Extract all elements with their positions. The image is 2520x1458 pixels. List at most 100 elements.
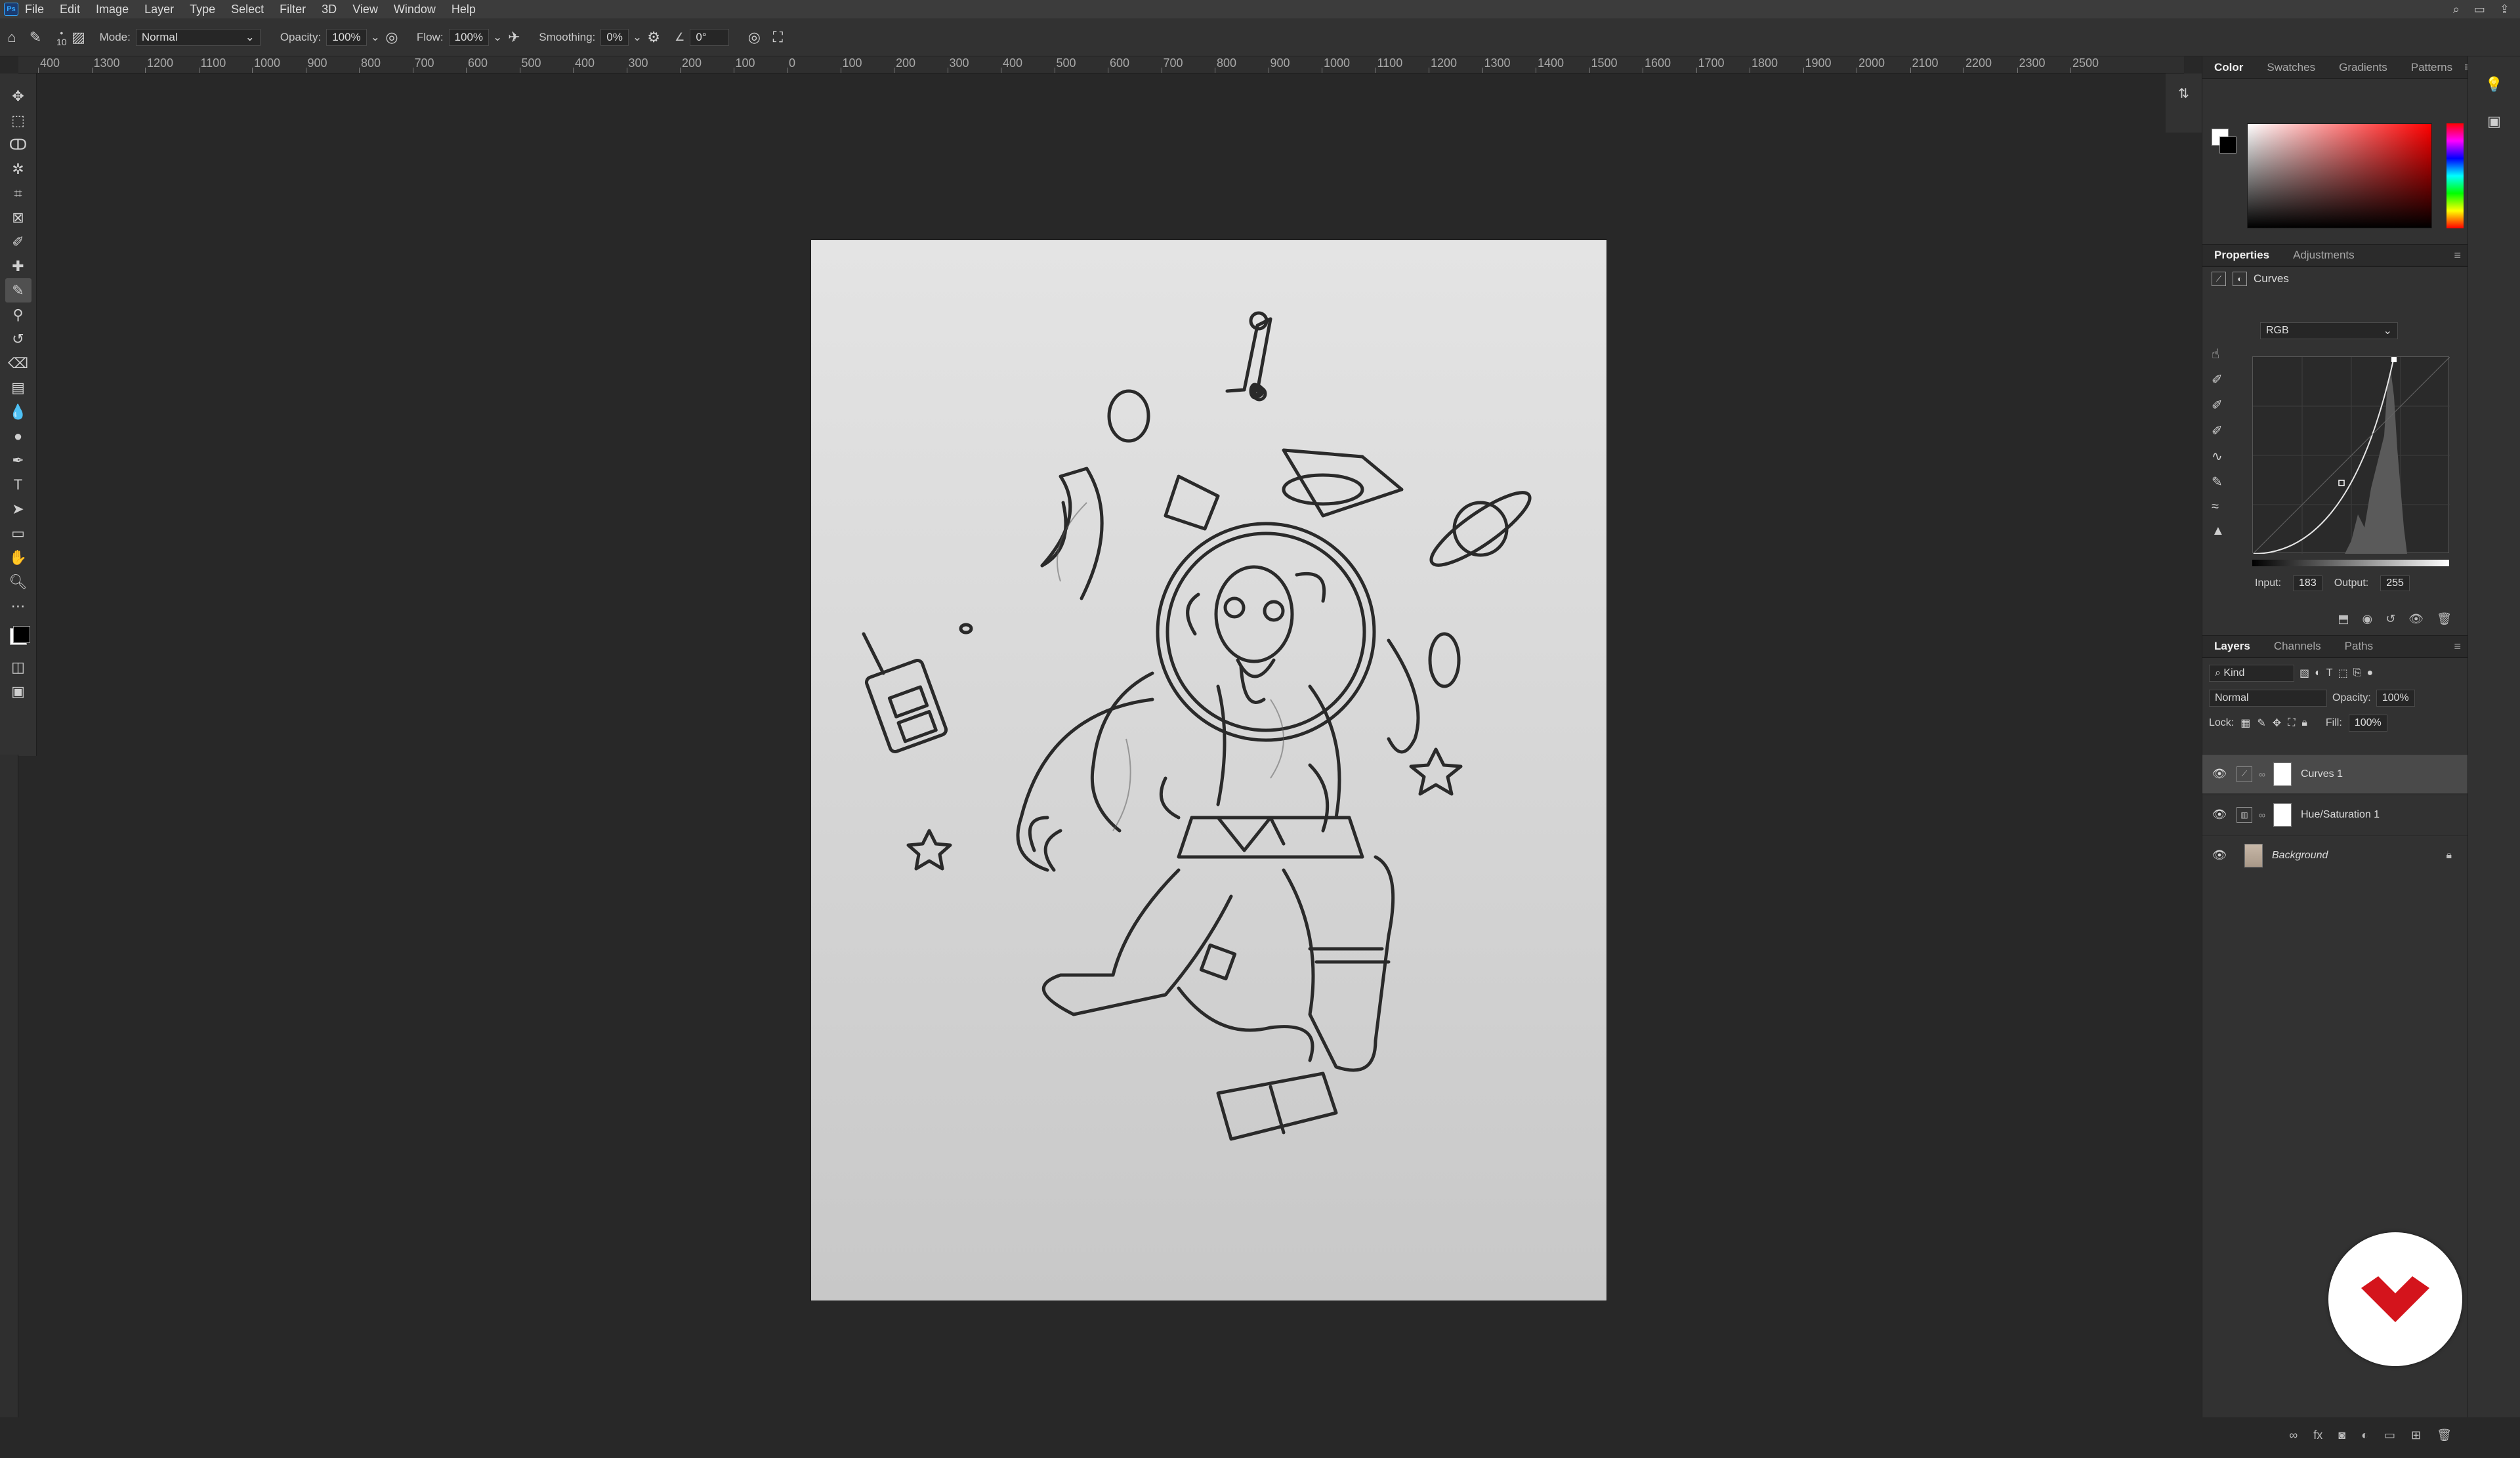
crop-tool-icon[interactable]: ⌗ [5, 181, 32, 205]
smooth-icon[interactable]: ≈ [2212, 499, 2225, 514]
airbrush-icon[interactable]: ✈ [502, 26, 526, 49]
layer-style-icon[interactable]: fx [2313, 1428, 2322, 1442]
pixel-filter-icon[interactable]: ▧ [2300, 667, 2309, 680]
lock-position-icon[interactable]: ✥ [2273, 717, 2281, 730]
share-icon[interactable]: ⇪ [2500, 3, 2510, 16]
link-layers-icon[interactable]: ∞ [2289, 1428, 2298, 1442]
layer-row-background[interactable]: 👁 Background 🔒︎ [2202, 835, 2468, 875]
delete-layer-icon[interactable]: 🗑 [2437, 1428, 2452, 1442]
brush-settings-icon[interactable]: ▨ [67, 26, 91, 49]
new-group-icon[interactable]: ▭ [2384, 1428, 2395, 1442]
eye-icon[interactable]: 👁 [2202, 767, 2236, 781]
lock-transparent-icon[interactable]: ▦ [2240, 717, 2250, 730]
target-adjust-icon[interactable]: ☝ [2212, 346, 2225, 362]
lasso-tool-icon[interactable]: ↀ [5, 133, 32, 157]
shape-filter-icon[interactable]: ⬚ [2338, 667, 2348, 680]
adjustment-filter-icon[interactable]: ◐ [2315, 667, 2321, 679]
background-swatch[interactable] [2219, 136, 2236, 154]
smoothing-settings-icon[interactable]: ⚙ [642, 26, 665, 49]
layer-opacity-input[interactable]: 100% [2376, 690, 2415, 707]
tab-swatches[interactable]: Swatches [2255, 61, 2327, 74]
healing-brush-icon[interactable]: ✚ [5, 254, 32, 278]
channel-select[interactable]: RGB ⌄ [2260, 322, 2398, 339]
chevron-down-icon[interactable]: ⌄ [371, 31, 380, 44]
link-icon[interactable]: ∞ [2259, 810, 2268, 820]
libraries-icon[interactable]: ▣ [2487, 113, 2501, 130]
menu-type[interactable]: Type [190, 3, 215, 16]
output-value[interactable]: 255 [2380, 575, 2410, 591]
auto-levels-icon[interactable]: ▲ [2212, 524, 2225, 539]
layer-name[interactable]: Curves 1 [2301, 768, 2343, 780]
menu-file[interactable]: File [25, 3, 44, 16]
blur-tool-icon[interactable]: 💧 [5, 400, 32, 424]
chevron-down-icon[interactable]: ⌄ [493, 31, 502, 44]
pencil-icon[interactable]: ✎ [2212, 474, 2225, 490]
zoom-tool-icon[interactable]: 🔍︎ [5, 570, 32, 594]
lock-artboard-icon[interactable]: ⛶ [2288, 717, 2295, 729]
smoothing-input[interactable]: 0% [600, 28, 629, 46]
screen-mode-icon[interactable]: ▣ [5, 679, 32, 703]
menu-image[interactable]: Image [96, 3, 129, 16]
layer-mask-thumbnail[interactable] [2273, 762, 2292, 786]
link-icon[interactable]: ∞ [2259, 769, 2268, 780]
gradient-tool-icon[interactable]: ▤ [5, 375, 32, 400]
input-value[interactable]: 183 [2293, 575, 2322, 591]
tab-layers[interactable]: Layers [2202, 640, 2262, 653]
menu-help[interactable]: Help [452, 3, 476, 16]
lock-all-icon[interactable]: 🔒︎ [2301, 717, 2307, 729]
view-previous-icon[interactable]: ◉ [2362, 612, 2372, 626]
left-ruler[interactable] [0, 755, 18, 1417]
tab-channels[interactable]: Channels [2262, 640, 2333, 653]
filter-toggle-icon[interactable]: ● [2367, 667, 2374, 679]
color-picker-field[interactable] [2247, 123, 2432, 228]
pressure-size-icon[interactable]: ◎ [742, 26, 766, 49]
quick-mask-icon[interactable]: ◫ [5, 655, 32, 679]
eye-icon[interactable]: 👁 [2202, 848, 2236, 862]
learn-icon[interactable]: 💡 [2485, 76, 2503, 93]
new-adjustment-icon[interactable]: ◐ [2361, 1428, 2368, 1442]
home-icon[interactable]: ⌂ [0, 26, 24, 49]
pen-tool-icon[interactable]: ✒ [5, 448, 32, 472]
layer-name[interactable]: Background [2272, 850, 2328, 862]
more-tools-icon[interactable]: ⋯ [5, 594, 32, 618]
dodge-tool-icon[interactable]: ● [5, 424, 32, 448]
menu-window[interactable]: Window [394, 3, 436, 16]
hand-tool-icon[interactable]: ✋ [5, 545, 32, 570]
tab-properties[interactable]: Properties [2202, 249, 2281, 262]
layer-row-hue-saturation[interactable]: 👁 ▥ ∞ Hue/Saturation 1 [2202, 795, 2468, 834]
symmetry-icon[interactable]: ⛶ [766, 26, 789, 49]
eyedropper-icon[interactable]: ✐ [5, 230, 32, 254]
reset-icon[interactable]: ↺ [2385, 612, 2395, 626]
menu-select[interactable]: Select [231, 3, 264, 16]
magic-wand-icon[interactable]: ✲ [5, 157, 32, 181]
history-panel-icon[interactable]: ⇅ [2176, 85, 2192, 102]
history-brush-icon[interactable]: ↺ [5, 327, 32, 351]
tab-patterns[interactable]: Patterns [2399, 61, 2464, 74]
black-eyedropper-icon[interactable]: ✐ [2212, 371, 2225, 388]
pressure-opacity-icon[interactable]: ◎ [380, 26, 404, 49]
panel-menu-icon[interactable]: ≡ [2454, 640, 2461, 654]
layer-name[interactable]: Hue/Saturation 1 [2301, 809, 2380, 821]
opacity-input[interactable]: 100% [326, 28, 367, 46]
tab-color[interactable]: Color [2202, 61, 2255, 74]
lock-image-icon[interactable]: ✎ [2257, 717, 2265, 730]
visibility-icon[interactable]: 👁 [2408, 612, 2424, 626]
workspace-icon[interactable]: ▭ [2474, 3, 2485, 16]
kind-filter-select[interactable]: ⌕ Kind [2209, 665, 2294, 682]
clip-to-layer-icon[interactable]: ⬒ [2338, 612, 2349, 626]
curve-point-icon[interactable]: ∿ [2212, 448, 2225, 465]
brush-size-picker[interactable]: • 10 [56, 28, 67, 47]
background-color[interactable] [12, 626, 30, 643]
shape-tool-icon[interactable]: ▭ [5, 521, 32, 545]
move-tool-icon[interactable]: ✥ [5, 84, 32, 108]
type-tool-icon[interactable]: T [5, 472, 32, 497]
menu-3d[interactable]: 3D [322, 3, 337, 16]
delete-icon[interactable]: 🗑 [2437, 612, 2452, 626]
menu-edit[interactable]: Edit [60, 3, 80, 16]
blend-mode-select[interactable]: Normal [2209, 690, 2327, 707]
menu-layer[interactable]: Layer [144, 3, 174, 16]
menu-filter[interactable]: Filter [280, 3, 306, 16]
new-layer-icon[interactable]: ⊞ [2411, 1428, 2421, 1442]
frame-tool-icon[interactable]: ⊠ [5, 205, 32, 230]
angle-input[interactable]: 0° [690, 28, 730, 46]
